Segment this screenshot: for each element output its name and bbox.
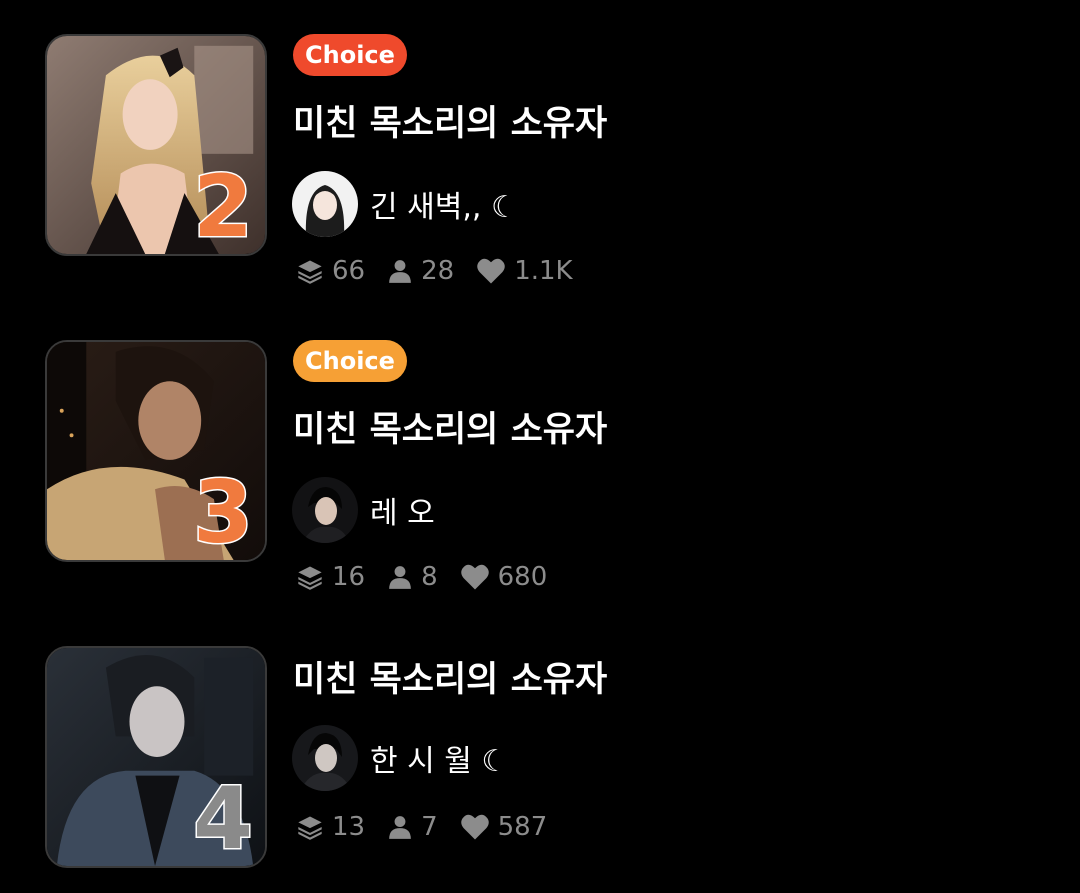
avatar-image	[292, 725, 358, 791]
author-name[interactable]: 한 시 월 ☾	[370, 736, 508, 780]
ranking-item[interactable]: 2 Choice 미친 목소리의 소유자 긴 새벽,, ☾ 66 28 1.1K	[0, 34, 1080, 286]
user-count-value: 28	[421, 256, 455, 286]
author-row[interactable]: 긴 새벽,, ☾	[292, 170, 518, 238]
chapter-count-value: 13	[332, 812, 366, 842]
avatar-image	[292, 477, 358, 543]
choice-badge: Choice	[293, 34, 407, 76]
author-row[interactable]: 레 오	[292, 476, 435, 544]
like-count-value: 1.1K	[514, 256, 573, 286]
person-icon	[389, 566, 411, 589]
user-count: 7	[387, 812, 438, 842]
person-icon	[389, 260, 411, 283]
author-avatar[interactable]	[292, 171, 358, 237]
stats-row: 16 8 680	[296, 560, 569, 594]
like-count: 680	[460, 562, 548, 592]
layers-icon	[298, 260, 322, 284]
heart-icon	[460, 564, 489, 590]
heart-icon	[460, 814, 489, 840]
chapter-count: 66	[296, 256, 365, 286]
cover-thumbnail[interactable]: 2	[45, 34, 267, 256]
story-title[interactable]: 미친 목소리의 소유자	[293, 408, 607, 452]
rank-number: 2	[192, 157, 255, 256]
rank-number: 4	[192, 769, 255, 868]
like-count: 587	[460, 812, 548, 842]
layers-icon	[298, 566, 322, 590]
author-row[interactable]: 한 시 월 ☾	[292, 724, 508, 792]
author-avatar[interactable]	[292, 725, 358, 791]
rank-number: 3	[192, 463, 255, 562]
story-title[interactable]: 미친 목소리의 소유자	[293, 658, 607, 702]
like-count: 1.1K	[476, 256, 573, 286]
stats-row: 13 7 587	[296, 810, 569, 844]
stats-row: 66 28 1.1K	[296, 254, 595, 288]
ranking-item[interactable]: 4 미친 목소리의 소유자 한 시 월 ☾ 13 7 587	[0, 646, 1080, 876]
user-count-value: 8	[421, 562, 438, 592]
user-count: 8	[387, 562, 438, 592]
chapter-count-value: 16	[332, 562, 366, 592]
heart-icon	[477, 258, 505, 284]
avatar-image	[292, 171, 358, 237]
chapter-count-value: 66	[332, 256, 366, 286]
user-count-value: 7	[421, 812, 438, 842]
cover-thumbnail[interactable]: 4	[45, 646, 267, 868]
chapter-count: 13	[296, 812, 365, 842]
layers-icon	[298, 816, 322, 840]
cover-thumbnail[interactable]: 3	[45, 340, 267, 562]
like-count-value: 587	[497, 812, 548, 842]
author-name[interactable]: 긴 새벽,, ☾	[370, 182, 518, 226]
chapter-count: 16	[296, 562, 365, 592]
user-count: 28	[387, 256, 454, 286]
person-icon	[389, 816, 411, 839]
author-avatar[interactable]	[292, 477, 358, 543]
author-name[interactable]: 레 오	[370, 488, 435, 532]
ranking-item[interactable]: 3 Choice 미친 목소리의 소유자 레 오 16 8 680	[0, 340, 1080, 592]
choice-badge: Choice	[293, 340, 407, 382]
story-title[interactable]: 미친 목소리의 소유자	[293, 102, 607, 146]
like-count-value: 680	[497, 562, 548, 592]
